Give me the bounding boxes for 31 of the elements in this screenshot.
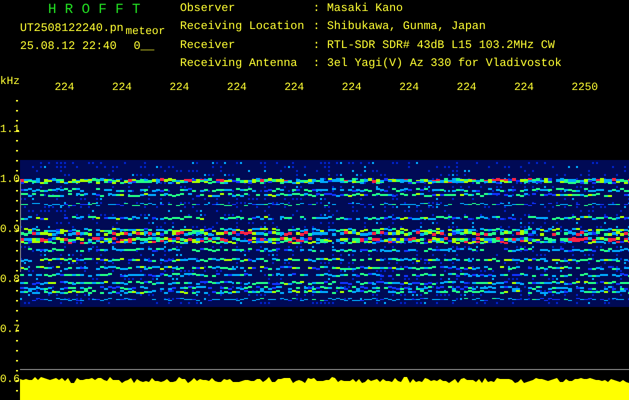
info-label: Receiving Antenna	[180, 58, 298, 72]
info-value: Shibukawa, Gunma, Japan	[327, 21, 487, 36]
separator: :	[313, 3, 321, 17]
time-axis-label: 224	[169, 82, 190, 94]
info-value: Masaki Kano	[327, 3, 404, 17]
separator: :	[313, 40, 321, 54]
timestamp: 25.08.12 22:40	[20, 40, 117, 52]
app-title: H R O F F T	[47, 3, 142, 17]
time-axis-label: 224	[284, 82, 306, 94]
time-axis-label: 224	[514, 82, 535, 94]
info-value: 3el Yagi(V) Az 330 for Vladivostok	[327, 58, 562, 72]
separator: :	[313, 21, 321, 36]
event-type: meteor	[126, 27, 166, 38]
separator: :	[313, 58, 321, 72]
time-axis-label: 224	[54, 82, 76, 94]
file-name: UT2508122240.pn	[20, 23, 124, 34]
event-count: 0__	[134, 40, 154, 52]
info-label: Receiver	[180, 40, 236, 54]
time-axis-label: 224	[342, 82, 363, 94]
unit-label: kHz	[0, 76, 21, 88]
time-axis-label: 224	[456, 82, 478, 94]
info-label: Receiving Location	[180, 21, 306, 36]
frequency-axis-label: 0.7	[0, 323, 20, 338]
time-axis-label: 224	[226, 82, 248, 94]
frequency-axis-label: 0.8	[0, 273, 20, 288]
time-axis-label: 2250	[572, 82, 599, 94]
info-value: RTL-SDR SDR# 43dB L15 103.2MHz CW	[327, 40, 556, 54]
time-axis-label: 224	[112, 82, 133, 94]
frequency-axis-label: 0.9	[0, 223, 20, 238]
time-axis-label: 224	[399, 82, 420, 94]
info-label: Observer	[180, 3, 236, 17]
